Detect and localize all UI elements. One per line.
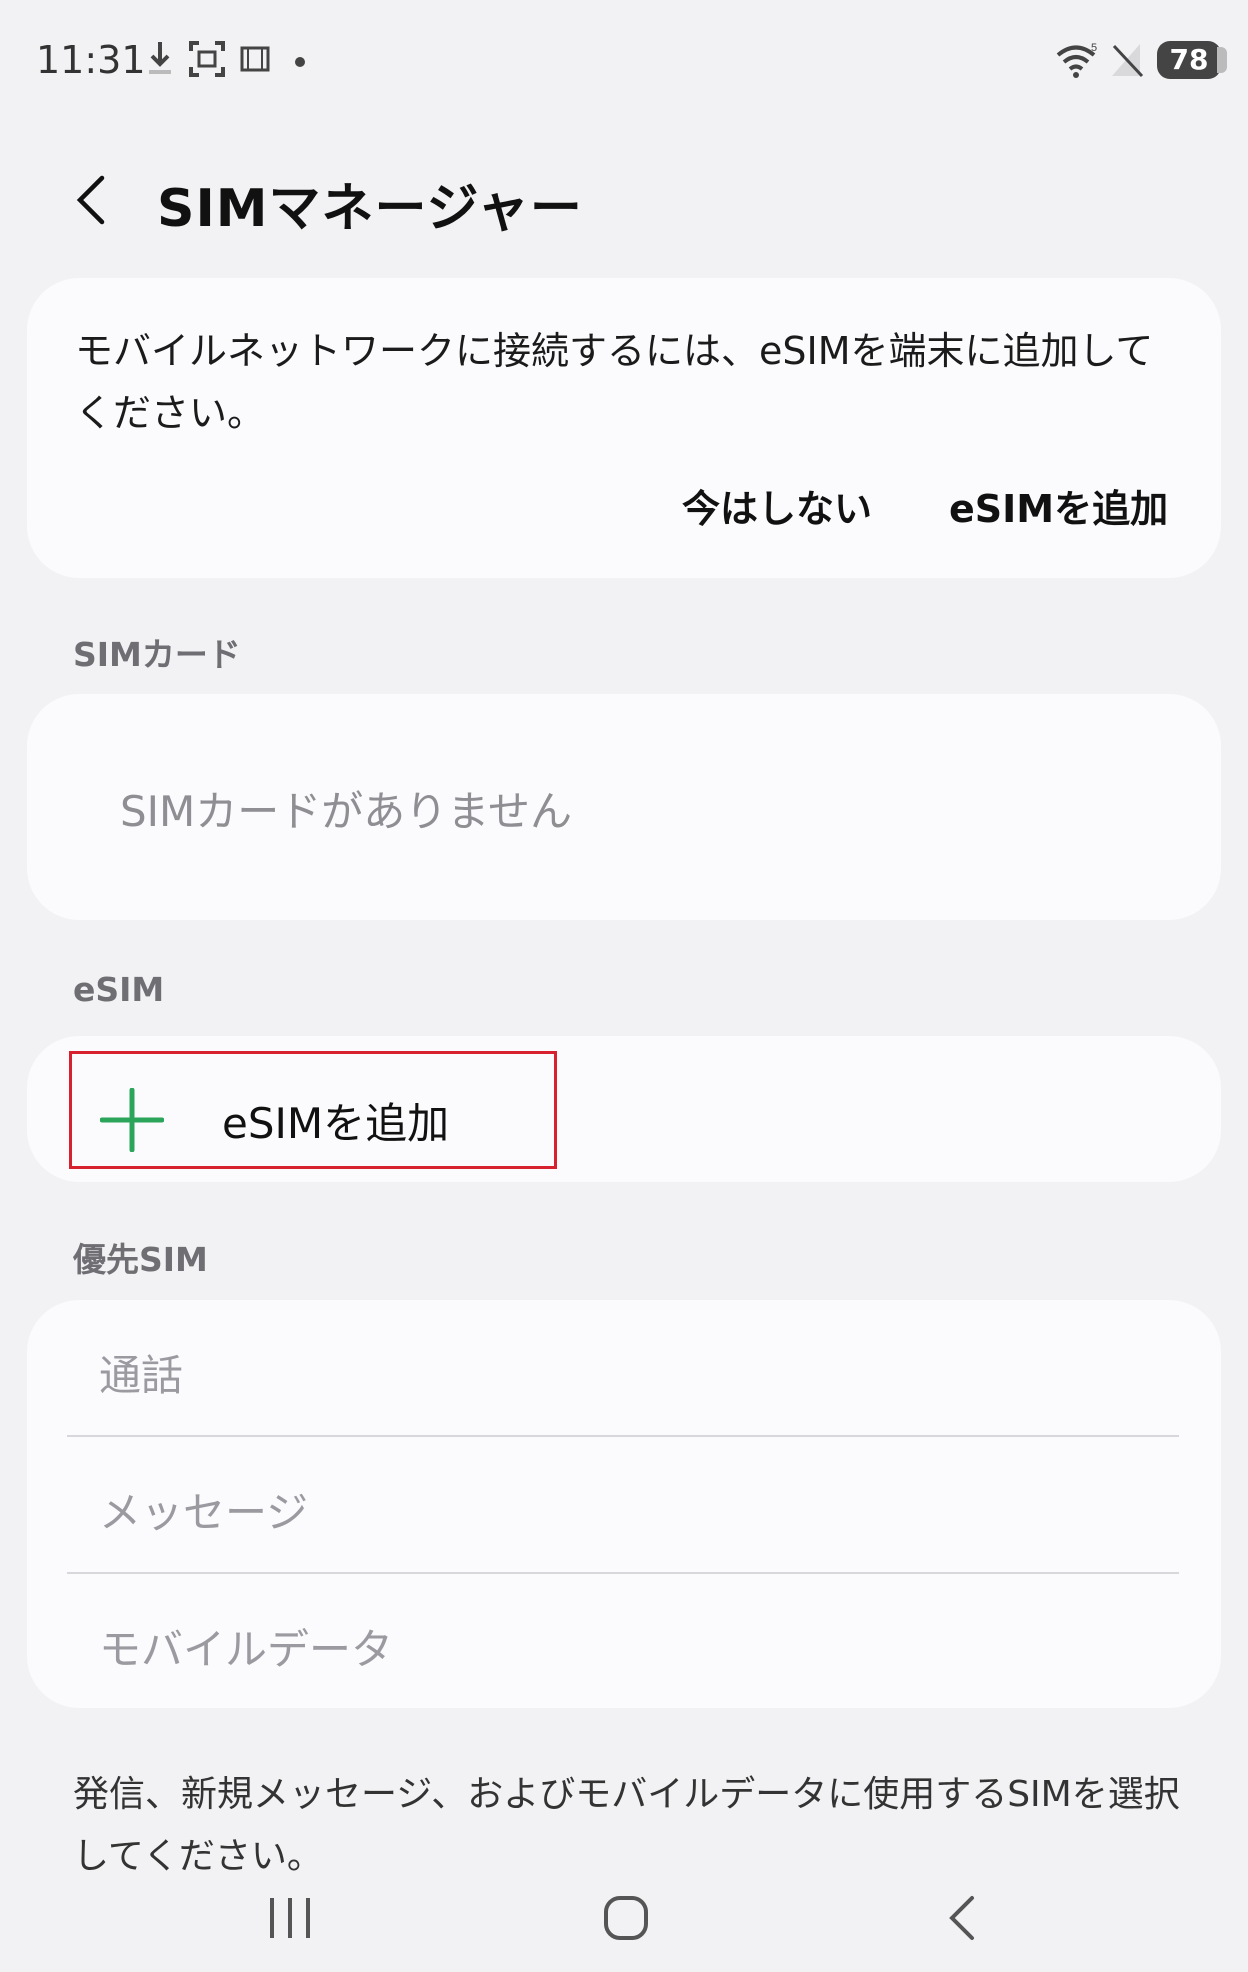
download-icon <box>149 42 171 74</box>
add-esim-prompt-button[interactable]: eSIMを追加 <box>949 478 1168 533</box>
preferred-sim-mobile-data[interactable]: モバイルデータ <box>67 1574 1179 1708</box>
battery-icon: 78 <box>1157 41 1227 79</box>
preferred-sim-calls[interactable]: 通話 <box>67 1300 1179 1434</box>
status-time: 11:31 <box>36 38 146 82</box>
home-icon[interactable] <box>586 1880 666 1960</box>
sim-manager-screen: 11:31 5 78 SIMマネージャー モバイルネットワークに接続するには、e… <box>0 0 1248 1972</box>
add-esim-button[interactable]: eSIMを追加 <box>69 1051 557 1169</box>
preferred-sim-panel: 通話 メッセージ モバイルデータ <box>27 1300 1221 1708</box>
no-signal-icon <box>1112 44 1144 78</box>
esim-section-label: eSIM <box>73 970 165 1009</box>
plus-icon <box>100 1088 164 1152</box>
notification-dot-icon <box>295 57 305 67</box>
esim-prompt-card: モバイルネットワークに接続するには、eSIMを端末に追加してください。 今はしな… <box>27 278 1221 578</box>
recent-apps-icon[interactable] <box>250 1880 330 1960</box>
preferred-sim-messages-label: メッセージ <box>99 1488 309 1537</box>
back-icon[interactable] <box>922 1880 1002 1960</box>
status-bar: 11:31 5 78 <box>0 0 1248 120</box>
navigation-bar <box>0 1860 1248 1972</box>
svg-text:5: 5 <box>1091 42 1097 54</box>
not-now-button[interactable]: 今はしない <box>682 478 872 533</box>
preferred-sim-mobile-data-label: モバイルデータ <box>99 1625 394 1674</box>
wifi-icon: 5 <box>1056 42 1097 78</box>
back-button[interactable] <box>70 170 120 230</box>
sim-card-section-label: SIMカード <box>73 635 241 674</box>
chevron-left-icon <box>76 175 105 225</box>
sim-card-panel: SIMカードがありません <box>27 694 1221 920</box>
page-title: SIMマネージャー <box>157 179 583 239</box>
no-sim-text: SIMカードがありません <box>120 787 573 836</box>
battery-level: 78 <box>1169 43 1209 76</box>
gallery-icon <box>240 46 270 72</box>
preferred-sim-messages[interactable]: メッセージ <box>67 1437 1179 1571</box>
screenshot-icon <box>189 41 225 77</box>
esim-prompt-message: モバイルネットワークに接続するには、eSIMを端末に追加してください。 <box>75 329 1154 435</box>
preferred-sim-section-label: 優先SIM <box>73 1240 208 1279</box>
preferred-sim-calls-label: 通話 <box>99 1351 184 1400</box>
add-esim-label: eSIMを追加 <box>222 1099 450 1148</box>
